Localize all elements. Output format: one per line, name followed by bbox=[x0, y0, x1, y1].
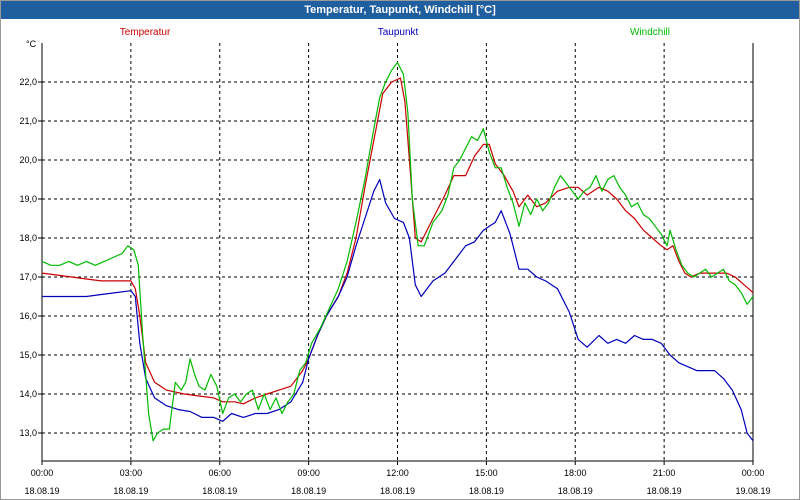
y-axis-unit-label: °C bbox=[26, 39, 37, 49]
legend-item-windchill: Windchill bbox=[630, 27, 670, 38]
x-tick-time-label: 12:00 bbox=[386, 468, 409, 478]
x-tick-date-label: 18.08.19 bbox=[647, 486, 682, 496]
y-tick-label: 15,0 bbox=[19, 350, 37, 360]
y-tick-label: 18,0 bbox=[19, 233, 37, 243]
x-tick-time-label: 09:00 bbox=[297, 468, 320, 478]
x-tick-time-label: 18:00 bbox=[564, 468, 587, 478]
x-tick-time-label: 03:00 bbox=[120, 468, 143, 478]
x-tick-date-label: 18.08.19 bbox=[469, 486, 504, 496]
x-tick-time-label: 00:00 bbox=[742, 468, 765, 478]
x-tick-time-label: 00:00 bbox=[31, 468, 54, 478]
x-tick-date-label: 18.08.19 bbox=[202, 486, 237, 496]
window-title: Temperatur, Taupunkt, Windchill [°C] bbox=[1, 1, 799, 19]
y-tick-label: 14,0 bbox=[19, 389, 37, 399]
x-tick-time-label: 15:00 bbox=[475, 468, 498, 478]
x-tick-date-label: 18.08.19 bbox=[380, 486, 415, 496]
y-tick-label: 13,0 bbox=[19, 428, 37, 438]
y-tick-label: 20,0 bbox=[19, 155, 37, 165]
x-tick-date-label: 18.08.19 bbox=[291, 486, 326, 496]
x-tick-time-label: 06:00 bbox=[208, 468, 231, 478]
x-tick-date-label: 18.08.19 bbox=[113, 486, 148, 496]
y-tick-label: 17,0 bbox=[19, 272, 37, 282]
legend-item-taupunkt: Taupunkt bbox=[378, 27, 419, 38]
x-tick-date-label: 19.08.19 bbox=[735, 486, 770, 496]
y-tick-label: 16,0 bbox=[19, 311, 37, 321]
y-tick-label: 22,0 bbox=[19, 77, 37, 87]
legend-item-temperatur: Temperatur bbox=[120, 27, 171, 38]
x-tick-time-label: 21:00 bbox=[653, 468, 676, 478]
x-tick-date-label: 18.08.19 bbox=[558, 486, 593, 496]
y-tick-label: 19,0 bbox=[19, 194, 37, 204]
chart-window: Temperatur, Taupunkt, Windchill [°C] 13,… bbox=[0, 0, 800, 500]
chart: 13,0 14,0 15,0 16,0 17,0 18,0 19,0 20,0 21,0 22,0… bbox=[1, 19, 799, 499]
y-tick-label: 21,0 bbox=[19, 116, 37, 126]
x-tick-date-label: 18.08.19 bbox=[24, 486, 59, 496]
